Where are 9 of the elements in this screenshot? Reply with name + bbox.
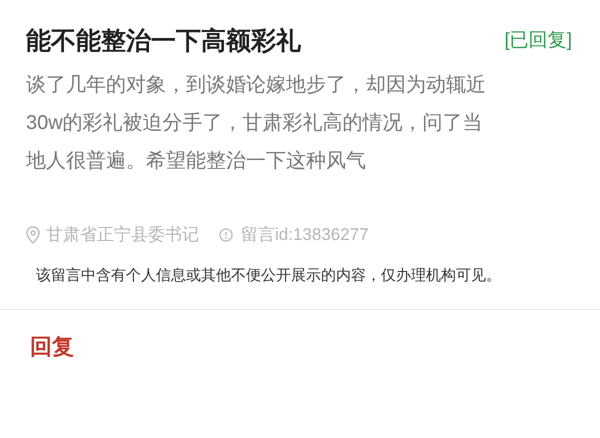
message-id: 留言id:13836277 xyxy=(241,224,369,246)
post-body: 谈了几年的对象，到谈婚论嫁地步了，却因为动辄近30w的彩礼被迫分手了，甘肃彩礼高的情况，问了当地人很普遍。希望能整治一下这种风气 xyxy=(26,73,487,174)
post-title: 能不能整治一下高额彩礼 xyxy=(26,26,301,57)
privacy-notice: 该留言中含有个人信息或其他不便公开展示的内容，仅办理机构可见。 xyxy=(35,266,502,286)
reply-heading: 回复 xyxy=(30,332,75,360)
location-icon xyxy=(26,226,40,244)
recipient-label: 甘肃省正宁县委书记 xyxy=(46,224,199,246)
status-label: [已回复] xyxy=(504,28,573,53)
info-icon xyxy=(219,228,233,242)
